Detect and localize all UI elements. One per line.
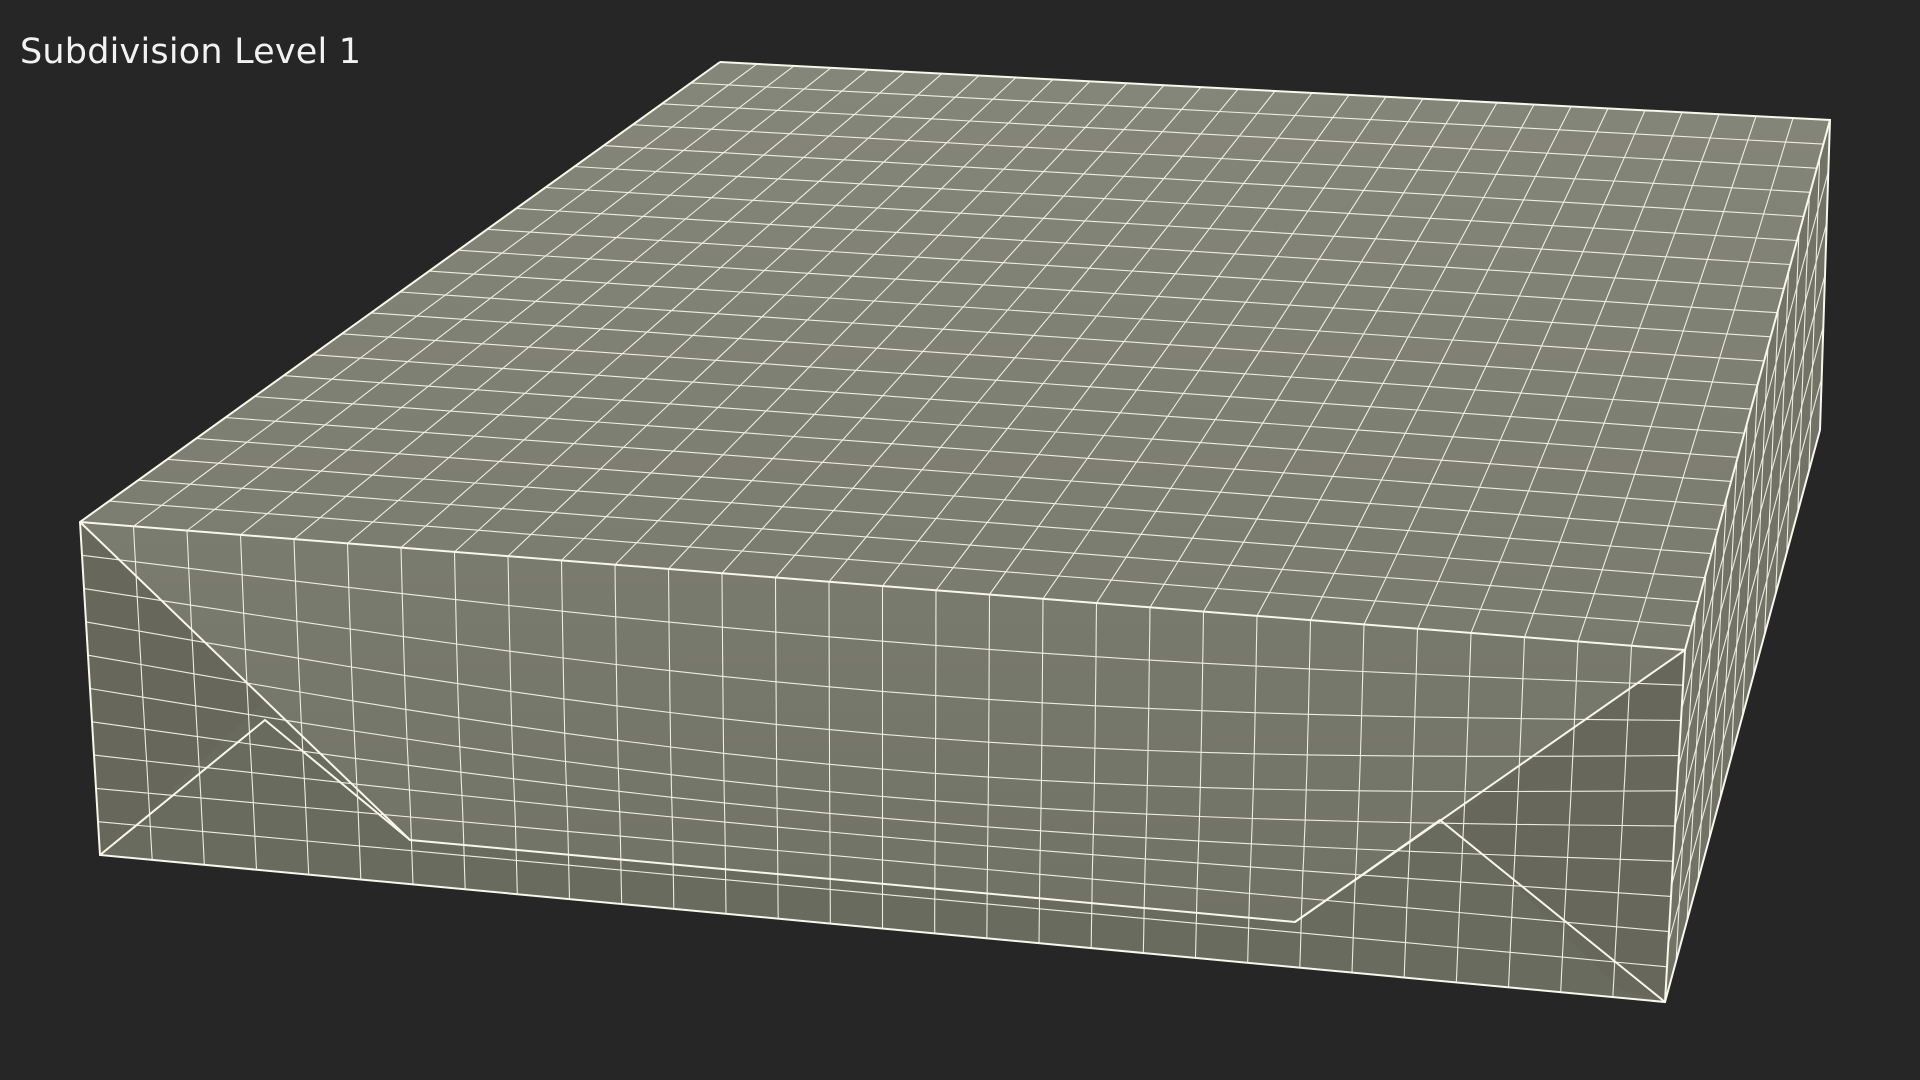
render-viewport: Subdivision Level 1 xyxy=(0,0,1920,1080)
wireframe-box-model xyxy=(78,61,1832,1004)
